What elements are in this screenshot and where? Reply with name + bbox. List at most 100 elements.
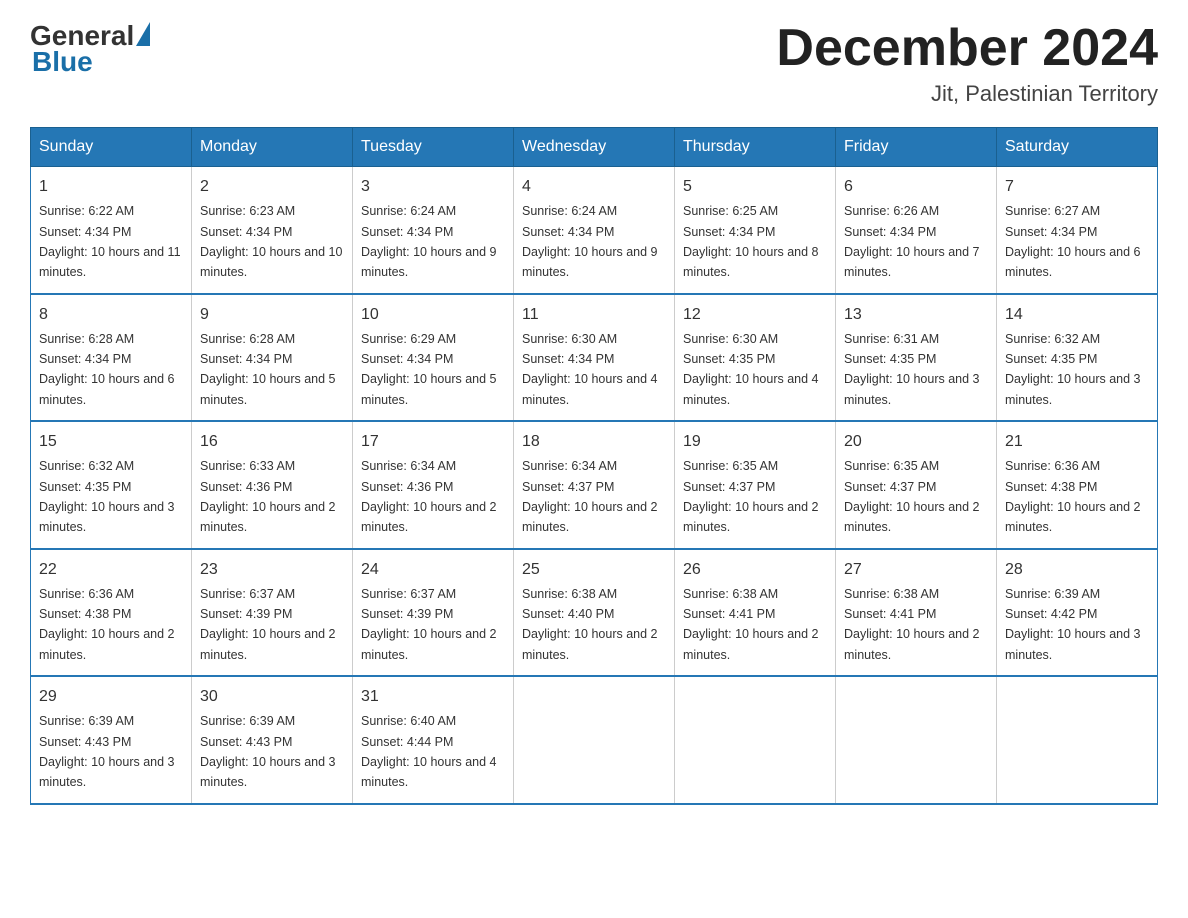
calendar-cell: 17 Sunrise: 6:34 AMSunset: 4:36 PMDaylig… bbox=[353, 421, 514, 549]
day-number: 4 bbox=[522, 175, 666, 199]
calendar-cell: 28 Sunrise: 6:39 AMSunset: 4:42 PMDaylig… bbox=[997, 549, 1158, 677]
day-number: 23 bbox=[200, 558, 344, 582]
day-info: Sunrise: 6:27 AMSunset: 4:34 PMDaylight:… bbox=[1005, 204, 1141, 279]
day-info: Sunrise: 6:24 AMSunset: 4:34 PMDaylight:… bbox=[522, 204, 658, 279]
day-number: 2 bbox=[200, 175, 344, 199]
calendar-cell: 24 Sunrise: 6:37 AMSunset: 4:39 PMDaylig… bbox=[353, 549, 514, 677]
calendar-week-row: 15 Sunrise: 6:32 AMSunset: 4:35 PMDaylig… bbox=[31, 421, 1158, 549]
day-number: 25 bbox=[522, 558, 666, 582]
calendar-cell: 13 Sunrise: 6:31 AMSunset: 4:35 PMDaylig… bbox=[836, 294, 997, 422]
day-info: Sunrise: 6:38 AMSunset: 4:40 PMDaylight:… bbox=[522, 587, 658, 662]
calendar-cell: 22 Sunrise: 6:36 AMSunset: 4:38 PMDaylig… bbox=[31, 549, 192, 677]
day-info: Sunrise: 6:37 AMSunset: 4:39 PMDaylight:… bbox=[200, 587, 336, 662]
calendar-cell: 10 Sunrise: 6:29 AMSunset: 4:34 PMDaylig… bbox=[353, 294, 514, 422]
calendar-cell: 3 Sunrise: 6:24 AMSunset: 4:34 PMDayligh… bbox=[353, 167, 514, 294]
day-info: Sunrise: 6:39 AMSunset: 4:42 PMDaylight:… bbox=[1005, 587, 1141, 662]
day-info: Sunrise: 6:24 AMSunset: 4:34 PMDaylight:… bbox=[361, 204, 497, 279]
calendar-cell: 18 Sunrise: 6:34 AMSunset: 4:37 PMDaylig… bbox=[514, 421, 675, 549]
day-number: 8 bbox=[39, 303, 183, 327]
day-info: Sunrise: 6:39 AMSunset: 4:43 PMDaylight:… bbox=[39, 714, 175, 789]
day-number: 14 bbox=[1005, 303, 1149, 327]
calendar-cell: 16 Sunrise: 6:33 AMSunset: 4:36 PMDaylig… bbox=[192, 421, 353, 549]
calendar-cell: 25 Sunrise: 6:38 AMSunset: 4:40 PMDaylig… bbox=[514, 549, 675, 677]
day-info: Sunrise: 6:32 AMSunset: 4:35 PMDaylight:… bbox=[39, 459, 175, 534]
day-number: 24 bbox=[361, 558, 505, 582]
day-number: 22 bbox=[39, 558, 183, 582]
col-header-thursday: Thursday bbox=[675, 128, 836, 167]
calendar-cell: 7 Sunrise: 6:27 AMSunset: 4:34 PMDayligh… bbox=[997, 167, 1158, 294]
logo-blue-text: Blue bbox=[30, 46, 93, 78]
page-header: General Blue December 2024 Jit, Palestin… bbox=[30, 20, 1158, 107]
calendar-cell: 14 Sunrise: 6:32 AMSunset: 4:35 PMDaylig… bbox=[997, 294, 1158, 422]
day-info: Sunrise: 6:34 AMSunset: 4:37 PMDaylight:… bbox=[522, 459, 658, 534]
calendar-week-row: 29 Sunrise: 6:39 AMSunset: 4:43 PMDaylig… bbox=[31, 676, 1158, 804]
col-header-wednesday: Wednesday bbox=[514, 128, 675, 167]
day-number: 28 bbox=[1005, 558, 1149, 582]
col-header-tuesday: Tuesday bbox=[353, 128, 514, 167]
day-info: Sunrise: 6:34 AMSunset: 4:36 PMDaylight:… bbox=[361, 459, 497, 534]
day-info: Sunrise: 6:39 AMSunset: 4:43 PMDaylight:… bbox=[200, 714, 336, 789]
calendar-cell: 29 Sunrise: 6:39 AMSunset: 4:43 PMDaylig… bbox=[31, 676, 192, 804]
day-info: Sunrise: 6:38 AMSunset: 4:41 PMDaylight:… bbox=[683, 587, 819, 662]
calendar-cell: 26 Sunrise: 6:38 AMSunset: 4:41 PMDaylig… bbox=[675, 549, 836, 677]
calendar-cell bbox=[836, 676, 997, 804]
calendar-cell: 31 Sunrise: 6:40 AMSunset: 4:44 PMDaylig… bbox=[353, 676, 514, 804]
day-number: 30 bbox=[200, 685, 344, 709]
day-info: Sunrise: 6:38 AMSunset: 4:41 PMDaylight:… bbox=[844, 587, 980, 662]
day-info: Sunrise: 6:29 AMSunset: 4:34 PMDaylight:… bbox=[361, 332, 497, 407]
day-number: 10 bbox=[361, 303, 505, 327]
calendar-cell: 11 Sunrise: 6:30 AMSunset: 4:34 PMDaylig… bbox=[514, 294, 675, 422]
calendar-cell: 12 Sunrise: 6:30 AMSunset: 4:35 PMDaylig… bbox=[675, 294, 836, 422]
day-info: Sunrise: 6:30 AMSunset: 4:35 PMDaylight:… bbox=[683, 332, 819, 407]
col-header-monday: Monday bbox=[192, 128, 353, 167]
calendar-cell bbox=[514, 676, 675, 804]
calendar-cell: 30 Sunrise: 6:39 AMSunset: 4:43 PMDaylig… bbox=[192, 676, 353, 804]
day-info: Sunrise: 6:31 AMSunset: 4:35 PMDaylight:… bbox=[844, 332, 980, 407]
day-number: 11 bbox=[522, 303, 666, 327]
logo: General Blue bbox=[30, 20, 150, 78]
month-year-title: December 2024 bbox=[776, 20, 1158, 77]
day-info: Sunrise: 6:23 AMSunset: 4:34 PMDaylight:… bbox=[200, 204, 342, 279]
col-header-saturday: Saturday bbox=[997, 128, 1158, 167]
day-info: Sunrise: 6:22 AMSunset: 4:34 PMDaylight:… bbox=[39, 204, 181, 279]
day-number: 21 bbox=[1005, 430, 1149, 454]
day-info: Sunrise: 6:35 AMSunset: 4:37 PMDaylight:… bbox=[844, 459, 980, 534]
day-info: Sunrise: 6:36 AMSunset: 4:38 PMDaylight:… bbox=[1005, 459, 1141, 534]
calendar-cell: 8 Sunrise: 6:28 AMSunset: 4:34 PMDayligh… bbox=[31, 294, 192, 422]
calendar-week-row: 8 Sunrise: 6:28 AMSunset: 4:34 PMDayligh… bbox=[31, 294, 1158, 422]
calendar-week-row: 1 Sunrise: 6:22 AMSunset: 4:34 PMDayligh… bbox=[31, 167, 1158, 294]
day-number: 29 bbox=[39, 685, 183, 709]
calendar-cell: 9 Sunrise: 6:28 AMSunset: 4:34 PMDayligh… bbox=[192, 294, 353, 422]
day-info: Sunrise: 6:25 AMSunset: 4:34 PMDaylight:… bbox=[683, 204, 819, 279]
title-block: December 2024 Jit, Palestinian Territory bbox=[776, 20, 1158, 107]
calendar-cell: 20 Sunrise: 6:35 AMSunset: 4:37 PMDaylig… bbox=[836, 421, 997, 549]
day-number: 5 bbox=[683, 175, 827, 199]
day-info: Sunrise: 6:30 AMSunset: 4:34 PMDaylight:… bbox=[522, 332, 658, 407]
day-number: 26 bbox=[683, 558, 827, 582]
day-info: Sunrise: 6:37 AMSunset: 4:39 PMDaylight:… bbox=[361, 587, 497, 662]
day-info: Sunrise: 6:40 AMSunset: 4:44 PMDaylight:… bbox=[361, 714, 497, 789]
day-number: 6 bbox=[844, 175, 988, 199]
day-number: 27 bbox=[844, 558, 988, 582]
day-number: 3 bbox=[361, 175, 505, 199]
day-number: 9 bbox=[200, 303, 344, 327]
day-number: 19 bbox=[683, 430, 827, 454]
col-header-sunday: Sunday bbox=[31, 128, 192, 167]
day-number: 16 bbox=[200, 430, 344, 454]
col-header-friday: Friday bbox=[836, 128, 997, 167]
calendar-cell: 1 Sunrise: 6:22 AMSunset: 4:34 PMDayligh… bbox=[31, 167, 192, 294]
logo-triangle-icon bbox=[136, 22, 150, 46]
calendar-header-row: SundayMondayTuesdayWednesdayThursdayFrid… bbox=[31, 128, 1158, 167]
calendar-cell: 5 Sunrise: 6:25 AMSunset: 4:34 PMDayligh… bbox=[675, 167, 836, 294]
day-number: 17 bbox=[361, 430, 505, 454]
calendar-cell: 4 Sunrise: 6:24 AMSunset: 4:34 PMDayligh… bbox=[514, 167, 675, 294]
day-number: 31 bbox=[361, 685, 505, 709]
calendar-cell: 21 Sunrise: 6:36 AMSunset: 4:38 PMDaylig… bbox=[997, 421, 1158, 549]
calendar-cell: 6 Sunrise: 6:26 AMSunset: 4:34 PMDayligh… bbox=[836, 167, 997, 294]
calendar-cell: 15 Sunrise: 6:32 AMSunset: 4:35 PMDaylig… bbox=[31, 421, 192, 549]
calendar-week-row: 22 Sunrise: 6:36 AMSunset: 4:38 PMDaylig… bbox=[31, 549, 1158, 677]
day-info: Sunrise: 6:32 AMSunset: 4:35 PMDaylight:… bbox=[1005, 332, 1141, 407]
calendar-cell bbox=[675, 676, 836, 804]
day-number: 20 bbox=[844, 430, 988, 454]
calendar-cell bbox=[997, 676, 1158, 804]
